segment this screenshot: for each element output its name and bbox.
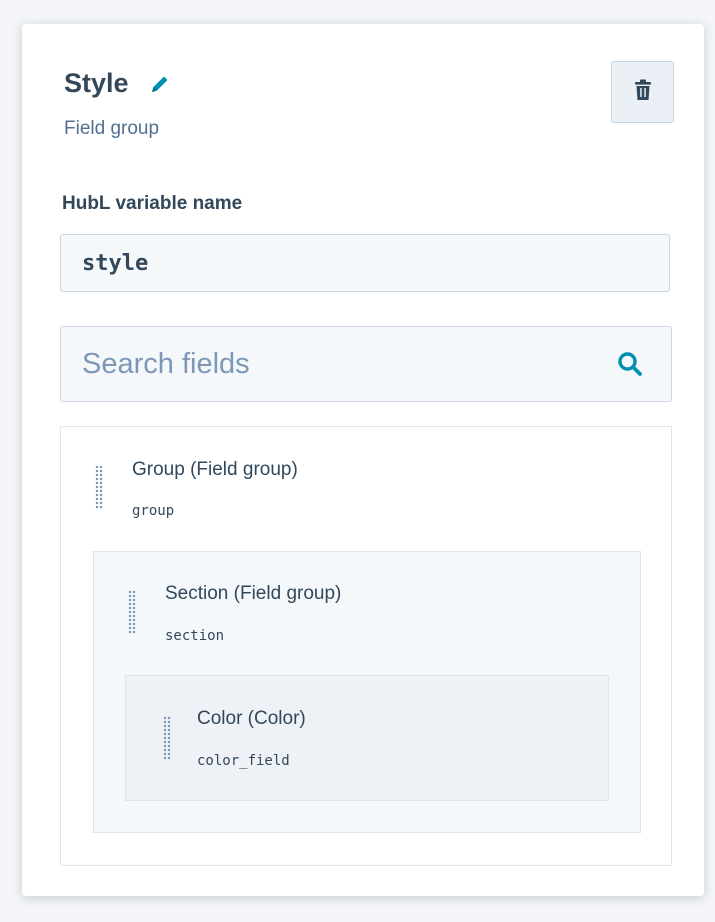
field-variable: section	[165, 628, 225, 644]
delete-button[interactable]	[611, 61, 674, 123]
drag-handle-icon[interactable]	[163, 716, 171, 760]
search-box	[60, 326, 672, 402]
drag-handle-icon[interactable]	[95, 465, 103, 509]
field-item-section[interactable]: Section (Field group) section	[94, 552, 640, 674]
trash-icon	[634, 79, 652, 106]
variable-name-label: HubL variable name	[62, 193, 243, 214]
variable-name-field[interactable]: style	[60, 234, 670, 292]
field-variable: color_field	[197, 753, 290, 769]
field-name: Group (Field group)	[132, 459, 298, 480]
field-item-color[interactable]: Color (Color) color_field	[125, 675, 609, 801]
field-name: Section (Field group)	[165, 583, 342, 604]
title-row: Style	[64, 68, 175, 99]
drag-handle-icon[interactable]	[128, 590, 136, 634]
page-subtitle: Field group	[64, 118, 160, 139]
field-name: Color (Color)	[197, 708, 306, 729]
field-group-section: Section (Field group) section Color (Col…	[93, 551, 641, 833]
page-title: Style	[64, 68, 129, 98]
search-input[interactable]	[61, 327, 615, 401]
field-tree: Group (Field group) group Section (Field…	[60, 426, 672, 866]
field-variable: group	[132, 503, 175, 519]
pencil-icon[interactable]	[149, 71, 175, 97]
search-icon[interactable]	[615, 349, 645, 379]
field-group-panel: Style Field group HubL variable name sty…	[22, 24, 704, 896]
field-item-group[interactable]: Group (Field group) group	[61, 427, 671, 551]
